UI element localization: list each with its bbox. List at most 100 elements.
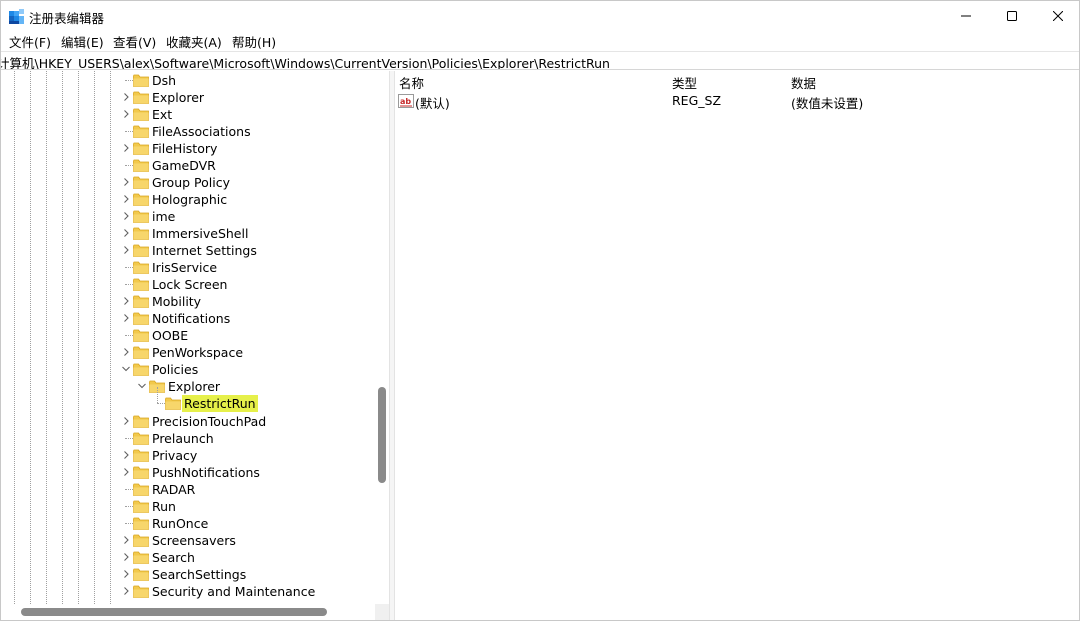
tree-item[interactable]: Notifications	[1, 310, 375, 327]
tree-item-label[interactable]: PenWorkspace	[150, 344, 245, 361]
tree-item[interactable]: Search	[1, 549, 375, 566]
tree-item[interactable]: RADAR	[1, 481, 375, 498]
chevron-right-icon[interactable]	[121, 142, 131, 154]
chevron-right-icon[interactable]	[121, 415, 131, 427]
tree-item[interactable]: Privacy	[1, 447, 375, 464]
tree-item-label[interactable]: Screensavers	[150, 532, 238, 549]
tree-item-label[interactable]: FileHistory	[150, 140, 219, 157]
address-path[interactable]: 计算机\HKEY_USERS\alex\Software\Microsoft\W…	[1, 53, 610, 69]
tree-item[interactable]: RestrictRun	[1, 387, 375, 413]
chevron-down-icon[interactable]	[121, 363, 131, 375]
tree-item-label[interactable]: Dsh	[150, 72, 178, 89]
tree-item[interactable]: ImmersiveShell	[1, 225, 375, 242]
chevron-right-icon[interactable]	[121, 295, 131, 307]
chevron-right-icon[interactable]	[121, 193, 131, 205]
title-bar[interactable]: 注册表编辑器	[1, 1, 1079, 31]
tree-item[interactable]: PrecisionTouchPad	[1, 413, 375, 430]
tree-item-label[interactable]: Group Policy	[150, 174, 232, 191]
chevron-right-icon[interactable]	[121, 176, 131, 188]
chevron-right-icon[interactable]	[121, 108, 131, 120]
tree-item-label[interactable]: ime	[150, 208, 177, 225]
tree-item[interactable]: Lock Screen	[1, 276, 375, 293]
tree-item-label[interactable]: IrisService	[150, 259, 219, 276]
tree-item-label[interactable]: Search	[150, 549, 197, 566]
tree-item-label[interactable]: ImmersiveShell	[150, 225, 250, 242]
tree-item-label[interactable]: Internet Settings	[150, 242, 259, 259]
tree-item[interactable]: Security and Maintenance	[1, 583, 375, 600]
tree-vertical-scrollbar[interactable]	[375, 71, 389, 604]
tree-item-label[interactable]: Policies	[150, 361, 200, 378]
tree-item[interactable]: Dsh	[1, 72, 375, 89]
tree-item[interactable]: ime	[1, 208, 375, 225]
tree-item-label[interactable]: Security and Maintenance	[150, 583, 317, 600]
menu-edit[interactable]: 编辑(E)	[61, 32, 104, 51]
tree-item[interactable]: Holographic	[1, 191, 375, 208]
tree-item-label[interactable]: Holographic	[150, 191, 229, 208]
tree-item[interactable]: FileHistory	[1, 140, 375, 157]
chevron-right-icon[interactable]	[121, 244, 131, 256]
tree-item-label[interactable]: OOBE	[150, 327, 190, 344]
tree-item-label[interactable]: Mobility	[150, 293, 203, 310]
tree-item-label[interactable]: Ext	[150, 106, 174, 123]
minimize-button[interactable]	[943, 1, 989, 31]
tree-item[interactable]: FileAssociations	[1, 123, 375, 140]
tree-item[interactable]: GameDVR	[1, 157, 375, 174]
tree-item-label[interactable]: Privacy	[150, 447, 199, 464]
tree-item-label[interactable]: Explorer	[150, 89, 206, 106]
tree-item-label[interactable]: PrecisionTouchPad	[150, 413, 268, 430]
tree-item-label[interactable]: GameDVR	[150, 157, 218, 174]
maximize-button[interactable]	[989, 1, 1035, 31]
tree-item[interactable]: PushNotifications	[1, 464, 375, 481]
tree-item[interactable]: Explorer	[1, 378, 375, 395]
chevron-right-icon[interactable]	[121, 568, 131, 580]
tree-item-label[interactable]: PushNotifications	[150, 464, 262, 481]
chevron-right-icon[interactable]	[121, 346, 131, 358]
tree-vertical-scroll-thumb[interactable]	[378, 387, 386, 483]
tree-item[interactable]: Ext	[1, 106, 375, 123]
chevron-right-icon[interactable]	[121, 585, 131, 597]
tree-item[interactable]: Mobility	[1, 293, 375, 310]
tree-item[interactable]: Prelaunch	[1, 430, 375, 447]
column-header-type[interactable]: 类型	[672, 73, 697, 92]
column-header-data[interactable]: 数据	[791, 73, 816, 92]
menu-favorites[interactable]: 收藏夹(A)	[166, 32, 222, 51]
chevron-down-icon[interactable]	[137, 380, 147, 392]
tree-item[interactable]: Explorer	[1, 89, 375, 106]
tree-item[interactable]: Policies	[1, 361, 375, 378]
chevron-right-icon[interactable]	[121, 91, 131, 103]
tree-item[interactable]: IrisService	[1, 259, 375, 276]
tree-horizontal-scroll-thumb[interactable]	[21, 608, 327, 616]
key-tree-pane[interactable]: Dsh Explorer Ext FileAssociations FileHistor…	[1, 71, 389, 620]
tree-item-label[interactable]: SearchSettings	[150, 566, 248, 583]
menu-view[interactable]: 查看(V)	[113, 32, 156, 51]
chevron-right-icon[interactable]	[121, 312, 131, 324]
tree-item[interactable]: PenWorkspace	[1, 344, 375, 361]
tree-item[interactable]: OOBE	[1, 327, 375, 344]
tree-item[interactable]: RunOnce	[1, 515, 375, 532]
tree-item[interactable]: Run	[1, 498, 375, 515]
chevron-right-icon[interactable]	[121, 449, 131, 461]
tree-horizontal-scrollbar[interactable]	[1, 604, 375, 620]
chevron-right-icon[interactable]	[121, 466, 131, 478]
tree-item-label-selected[interactable]: RestrictRun	[182, 395, 258, 413]
tree-item-label[interactable]: Explorer	[166, 378, 222, 395]
tree-item-label[interactable]: FileAssociations	[150, 123, 253, 140]
address-bar[interactable]: 计算机\HKEY_USERS\alex\Software\Microsoft\W…	[1, 51, 1079, 70]
chevron-right-icon[interactable]	[121, 210, 131, 222]
tree-item[interactable]: Group Policy	[1, 174, 375, 191]
tree-item-label[interactable]: Run	[150, 498, 178, 515]
tree-item-label[interactable]: Notifications	[150, 310, 232, 327]
menu-help[interactable]: 帮助(H)	[232, 32, 276, 51]
menu-file[interactable]: 文件(F)	[9, 32, 51, 51]
tree-item[interactable]: Screensavers	[1, 532, 375, 549]
tree-item[interactable]: SearchSettings	[1, 566, 375, 583]
tree-item[interactable]: Internet Settings	[1, 242, 375, 259]
tree-item-label[interactable]: RunOnce	[150, 515, 210, 532]
values-list-pane[interactable]: 名称 类型 数据 ab (默认) REG_SZ (数值未设置)	[395, 71, 1079, 620]
tree-item-label[interactable]: Prelaunch	[150, 430, 216, 447]
close-button[interactable]	[1035, 1, 1080, 31]
chevron-right-icon[interactable]	[121, 227, 131, 239]
tree-item-label[interactable]: Lock Screen	[150, 276, 229, 293]
chevron-right-icon[interactable]	[121, 551, 131, 563]
chevron-right-icon[interactable]	[121, 534, 131, 546]
